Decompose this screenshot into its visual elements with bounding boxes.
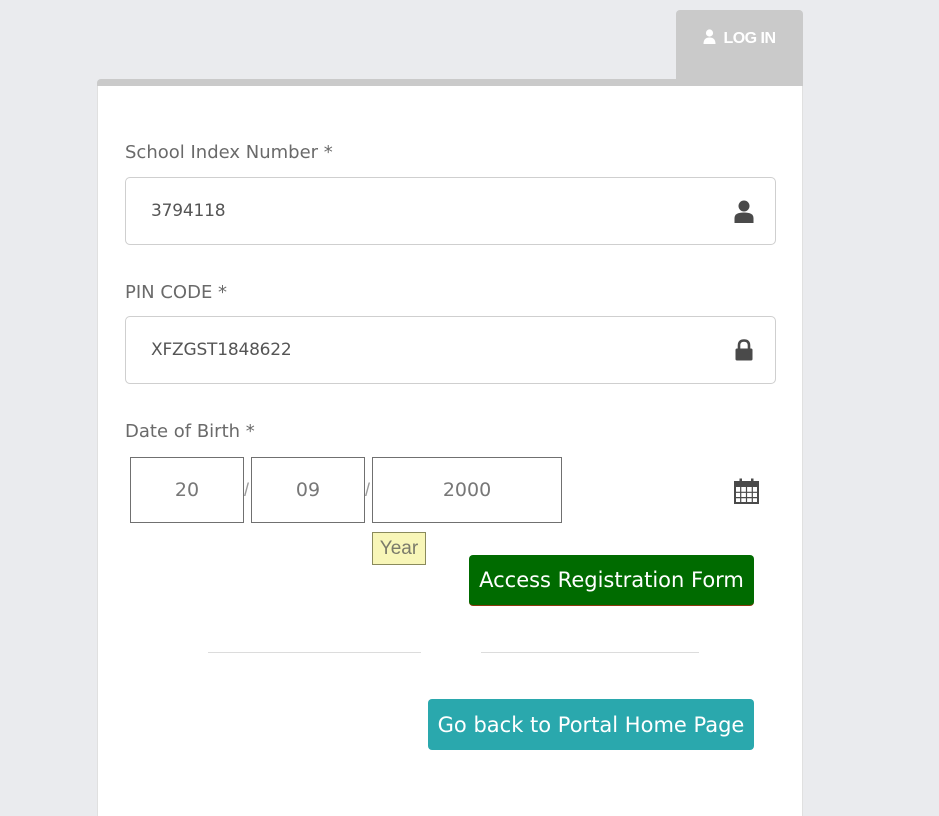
dob-separator: / [365, 480, 371, 500]
user-icon [733, 199, 755, 223]
pin-code-value[interactable]: XFZGST1848622 [151, 340, 733, 360]
school-index-value[interactable]: 3794118 [151, 201, 733, 221]
access-registration-form-button[interactable]: Access Registration Form [469, 555, 754, 606]
dob-month-input[interactable]: 09 [251, 457, 365, 523]
pin-code-label: PIN CODE * [125, 282, 228, 303]
pin-code-field[interactable]: XFZGST1848622 [125, 316, 776, 384]
dob-separator: / [244, 480, 250, 500]
lock-icon [733, 338, 755, 362]
divider-left [208, 652, 421, 653]
year-tooltip: Year [372, 532, 426, 565]
dob-day-input[interactable]: 20 [130, 457, 244, 523]
dob-label: Date of Birth * [125, 421, 255, 442]
dob-year-input[interactable]: 2000 [372, 457, 562, 523]
school-index-label: School Index Number * [125, 142, 333, 163]
portal-home-button[interactable]: Go back to Portal Home Page [428, 699, 754, 750]
tab-login[interactable]: LOG IN [676, 10, 803, 86]
tab-login-content: LOG IN [703, 29, 776, 49]
calendar-icon[interactable] [734, 478, 759, 504]
user-icon [703, 29, 716, 49]
divider-right [481, 652, 699, 653]
school-index-field[interactable]: 3794118 [125, 177, 776, 245]
tab-login-label: LOG IN [723, 30, 776, 47]
card-top-border [97, 79, 803, 86]
